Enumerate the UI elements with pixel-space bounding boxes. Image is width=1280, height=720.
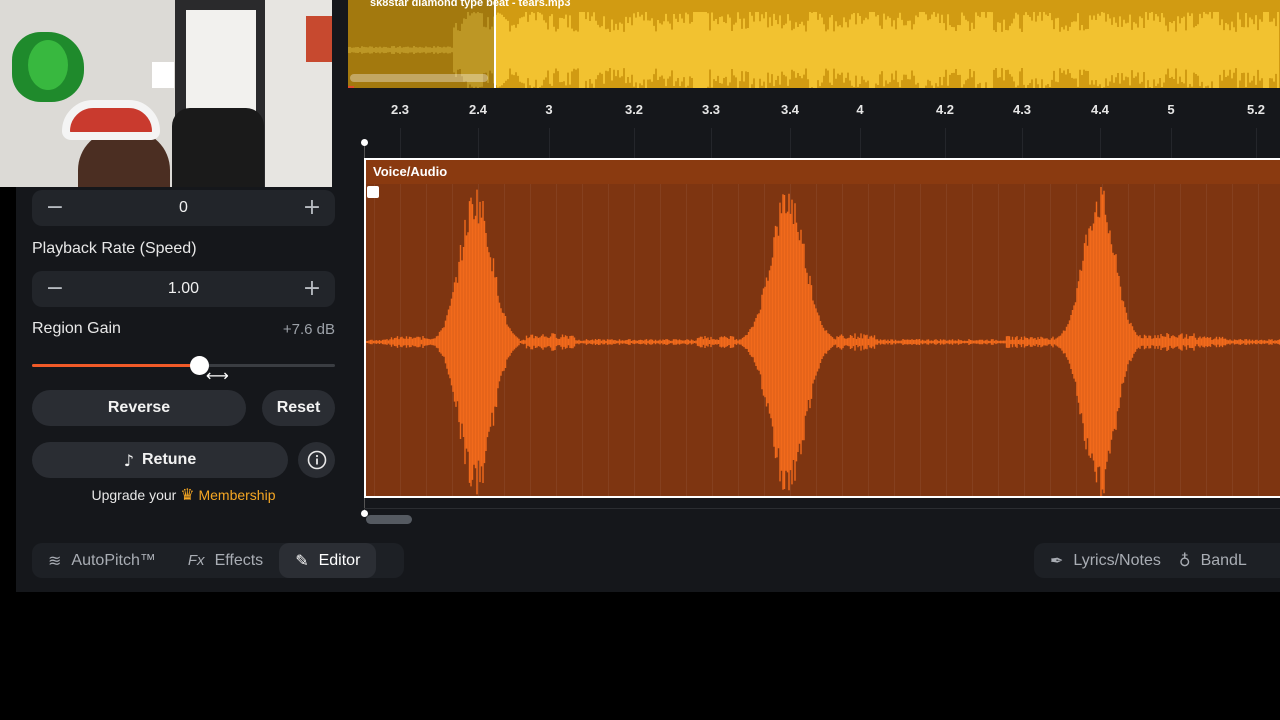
ruler-tick-label: 5 bbox=[1167, 102, 1175, 117]
app-window: sk8star diamond type beat - tears.mp3 2.… bbox=[0, 0, 1280, 720]
ruler-tick-label: 4.4 bbox=[1090, 102, 1110, 117]
ruler-tick-label: 2.3 bbox=[390, 102, 410, 117]
feather-icon: ✒ bbox=[1050, 551, 1064, 570]
ruler-gridline bbox=[1256, 128, 1257, 158]
ruler-gridline bbox=[860, 128, 861, 158]
ruler-gridline bbox=[1022, 128, 1023, 158]
overview-scroll-thumb[interactable] bbox=[350, 74, 488, 82]
ruler-gridline bbox=[790, 128, 791, 158]
region-header[interactable] bbox=[366, 160, 1280, 184]
region-gain-slider-fill bbox=[32, 364, 199, 367]
beat-track-waveform[interactable]: sk8star diamond type beat - tears.mp3 bbox=[348, 0, 1280, 88]
ruler-tick-label: 3.4 bbox=[780, 102, 800, 117]
voice-audio-region[interactable]: Voice/Audio bbox=[364, 158, 1280, 498]
ruler-tick-label: 2.4 bbox=[468, 102, 488, 117]
voice-waveform-graphic bbox=[366, 184, 1280, 496]
beat-track-title: sk8star diamond type beat - tears.mp3 bbox=[370, 0, 571, 9]
info-button[interactable] bbox=[298, 442, 335, 478]
right-tabs: ✒ Lyrics/Notes ♁ BandL bbox=[1034, 543, 1280, 578]
region-label: Voice/Audio bbox=[373, 164, 448, 179]
tab-autopitch-label: AutoPitch™ bbox=[71, 551, 156, 569]
horizontal-scrollbar[interactable] bbox=[366, 515, 412, 524]
minus-icon[interactable]: − bbox=[44, 278, 66, 300]
ruler-gridline bbox=[1171, 128, 1172, 158]
ruler-gridline bbox=[634, 128, 635, 158]
retune-button[interactable]: ♪ Retune bbox=[32, 442, 288, 478]
tab-lyrics-notes[interactable]: ✒ Lyrics/Notes bbox=[1034, 543, 1177, 578]
pitch-stepper: − 0 + bbox=[32, 190, 335, 226]
tab-editor[interactable]: ✎ Editor bbox=[279, 543, 377, 578]
ruler-gridline bbox=[478, 128, 479, 158]
track-start-dot bbox=[361, 139, 368, 146]
info-icon bbox=[307, 450, 326, 470]
upgrade-text: Upgrade your bbox=[91, 487, 177, 503]
tab-effects-label: Effects bbox=[214, 551, 264, 569]
plus-icon[interactable]: + bbox=[301, 197, 323, 219]
ruler-tick-label: 3 bbox=[545, 102, 553, 117]
ruler-gridline bbox=[711, 128, 712, 158]
ruler-tick-label: 4 bbox=[856, 102, 864, 117]
playhead[interactable] bbox=[494, 0, 496, 88]
region-trim-handle[interactable] bbox=[367, 186, 379, 198]
ruler-gridline bbox=[400, 128, 401, 158]
reset-button[interactable]: Reset bbox=[262, 390, 335, 426]
ruler-tick-label: 3.3 bbox=[701, 102, 721, 117]
crown-icon: ♛ bbox=[180, 485, 195, 504]
tab-editor-label: Editor bbox=[318, 551, 361, 569]
playback-rate-value: 1.00 bbox=[167, 280, 200, 297]
reset-button-label: Reset bbox=[276, 399, 321, 416]
voice-waveform-path bbox=[366, 187, 1280, 496]
tab-lyrics-label: Lyrics/Notes bbox=[1073, 551, 1161, 569]
ruler-tick-label: 4.3 bbox=[1012, 102, 1032, 117]
plus-icon[interactable]: + bbox=[301, 278, 323, 300]
ruler-gridline bbox=[549, 128, 550, 158]
playback-rate-label: Playback Rate (Speed) bbox=[32, 240, 197, 257]
reverse-button-label: Reverse bbox=[107, 399, 171, 416]
ruler-gridline bbox=[945, 128, 946, 158]
tab-effects[interactable]: Fx Effects bbox=[172, 543, 279, 578]
retune-icon: ♪ bbox=[123, 450, 134, 470]
webcam-overlay bbox=[0, 0, 332, 187]
ruler-gridline bbox=[1100, 128, 1101, 158]
upgrade-prompt: Upgrade your ♛ Membership bbox=[32, 485, 335, 504]
tool-tabs: ≋ AutoPitch™ Fx Effects ✎ Editor bbox=[32, 543, 377, 578]
membership-link[interactable]: Membership bbox=[198, 487, 275, 503]
fx-icon: Fx bbox=[187, 552, 205, 569]
ruler-tick-label: 4.2 bbox=[935, 102, 955, 117]
minus-icon[interactable]: − bbox=[44, 197, 66, 219]
pencil-icon: ✎ bbox=[295, 551, 309, 570]
pitch-value: 0 bbox=[179, 199, 188, 216]
ruler-tick-label: 5.2 bbox=[1246, 102, 1266, 117]
region-gain-label: Region Gain bbox=[32, 320, 121, 337]
autopitch-icon: ≋ bbox=[48, 551, 62, 570]
timeline-ruler[interactable]: 2.3 2.4 3 3.2 3.3 3.4 4 4.2 4.3 4.4 5 5.2 bbox=[348, 94, 1280, 128]
tab-bandlab-label: BandL bbox=[1200, 551, 1247, 569]
resize-cursor-icon: ⟷ bbox=[206, 366, 229, 385]
track-divider bbox=[364, 508, 1280, 509]
tab-bandlab[interactable]: ♁ BandL bbox=[1177, 543, 1263, 578]
bandlab-icon: ♁ bbox=[1178, 551, 1191, 570]
playback-rate-stepper: − 1.00 + bbox=[32, 271, 335, 307]
retune-button-label: Retune bbox=[141, 451, 197, 468]
reverse-button[interactable]: Reverse bbox=[32, 390, 246, 426]
region-gain-value: +7.6 dB bbox=[282, 321, 335, 338]
ruler-tick-label: 3.2 bbox=[624, 102, 644, 117]
marker-icon bbox=[348, 86, 354, 88]
tab-autopitch[interactable]: ≋ AutoPitch™ bbox=[32, 543, 172, 578]
